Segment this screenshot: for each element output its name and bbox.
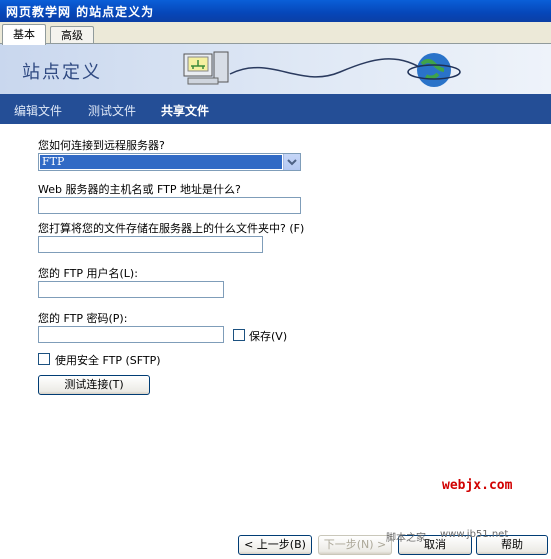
- nav-sharing-files[interactable]: 共享文件: [161, 102, 209, 119]
- next-button[interactable]: 下一步(N) >: [318, 535, 392, 555]
- wizard-nav: 编辑文件 测试文件 共享文件: [0, 94, 551, 124]
- nav-testing-files[interactable]: 测试文件: [88, 102, 136, 119]
- watermark-site-name: 脚本之家: [386, 533, 426, 544]
- watermark-site-url: www.jb51.net: [440, 529, 509, 540]
- folder-question: 您打算将您的文件存储在服务器上的什么文件夹中? (F): [38, 222, 305, 235]
- password-input[interactable]: [38, 326, 224, 343]
- connect-question: 您如何连接到远程服务器?: [38, 139, 165, 152]
- banner-title: 站点定义: [22, 62, 102, 83]
- tab-basic[interactable]: 基本: [2, 24, 46, 45]
- connect-method-select[interactable]: FTP: [38, 153, 301, 171]
- tab-strip: 基本 高级: [0, 24, 551, 45]
- save-password-label[interactable]: 保存(V): [249, 328, 287, 344]
- back-button[interactable]: < 上一步(B): [238, 535, 312, 555]
- network-illustration-icon: [183, 51, 461, 87]
- banner: 站点定义: [0, 44, 551, 94]
- sftp-label[interactable]: 使用安全 FTP (SFTP): [55, 352, 161, 368]
- title-bar[interactable]: 网页教学网 的站点定义为: [0, 0, 551, 22]
- chevron-down-icon[interactable]: [283, 154, 300, 170]
- username-input[interactable]: [38, 281, 224, 298]
- folder-input[interactable]: [38, 236, 263, 253]
- tab-advanced[interactable]: 高级: [50, 26, 94, 44]
- connect-method-value: FTP: [40, 155, 282, 169]
- window-title: 网页教学网 的站点定义为: [6, 5, 155, 19]
- host-input[interactable]: [38, 197, 301, 214]
- test-connection-button[interactable]: 测试连接(T): [38, 375, 150, 395]
- password-label: 您的 FTP 密码(P):: [38, 312, 128, 325]
- save-password-checkbox[interactable]: [233, 329, 245, 341]
- nav-editing-files[interactable]: 编辑文件: [14, 102, 62, 119]
- sftp-checkbox[interactable]: [38, 353, 50, 365]
- username-label: 您的 FTP 用户名(L):: [38, 267, 138, 280]
- host-question: Web 服务器的主机名或 FTP 地址是什么?: [38, 183, 241, 196]
- watermark-text: webjx.com: [442, 478, 513, 493]
